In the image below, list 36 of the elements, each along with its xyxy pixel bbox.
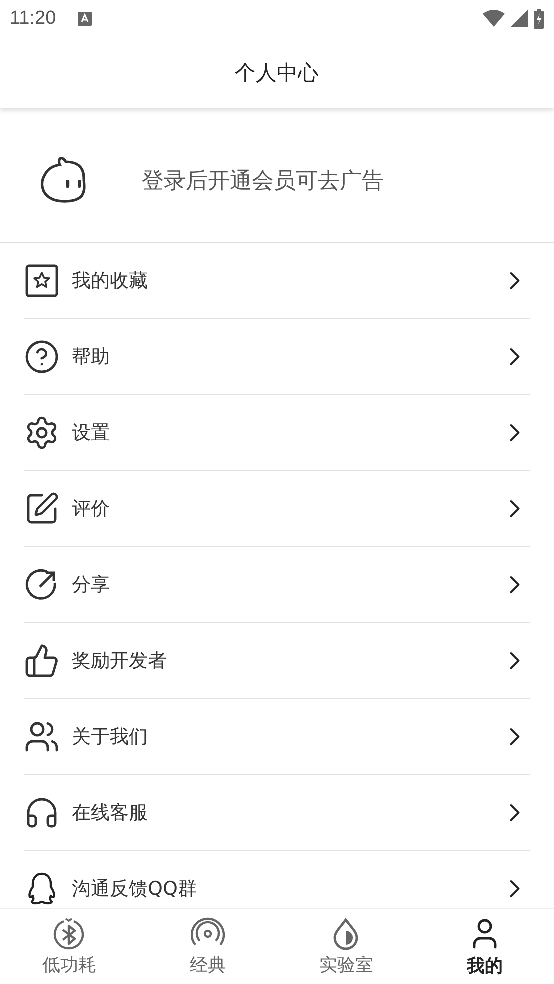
nav-tab[interactable]: 我的	[416, 909, 554, 984]
menu-label: 我的收藏	[72, 268, 149, 294]
menu-item[interactable]: 分享	[24, 547, 530, 623]
tab-label: 我的	[466, 954, 503, 978]
thumbs-up-icon	[24, 642, 60, 678]
tab-label: 经典	[190, 954, 226, 976]
help-icon	[24, 338, 60, 374]
status-time: 11:20	[10, 8, 56, 30]
nav-tab[interactable]: 实验室	[277, 909, 416, 984]
menu-item[interactable]: 评价	[24, 471, 530, 547]
menu-item[interactable]: 我的收藏	[24, 243, 530, 319]
nav-tab[interactable]: 低功耗	[0, 909, 138, 984]
menu-item[interactable]: 沟通反馈QQ群	[24, 851, 530, 908]
menu-item[interactable]: 奖励开发者	[24, 623, 530, 699]
menu-item[interactable]: 帮助	[24, 319, 530, 395]
menu-label: 奖励开发者	[72, 648, 168, 674]
bluetooth-icon	[52, 916, 86, 950]
menu-label: 分享	[72, 572, 111, 598]
menu-label: 帮助	[72, 344, 111, 370]
menu-label: 设置	[72, 420, 111, 446]
nav-tab[interactable]: 经典	[138, 909, 277, 984]
tab-label: 低功耗	[42, 954, 96, 976]
menu-item[interactable]: 在线客服	[24, 775, 530, 851]
keyboard-icon	[78, 12, 92, 26]
page-title: 个人中心	[235, 60, 319, 86]
battery-icon	[534, 8, 544, 28]
menu-item[interactable]: 设置	[24, 395, 530, 471]
menu-item[interactable]: 关于我们	[24, 699, 530, 775]
signal-icon	[511, 10, 528, 27]
wifi-icon	[483, 10, 505, 27]
menu-label: 评价	[72, 496, 111, 522]
menu-label: 关于我们	[72, 724, 149, 750]
menu-label: 在线客服	[72, 800, 149, 826]
menu-label: 沟通反馈QQ群	[72, 876, 198, 902]
tab-label: 实验室	[319, 954, 374, 976]
login-prompt[interactable]: 登录后开通会员可去广告	[142, 166, 384, 196]
